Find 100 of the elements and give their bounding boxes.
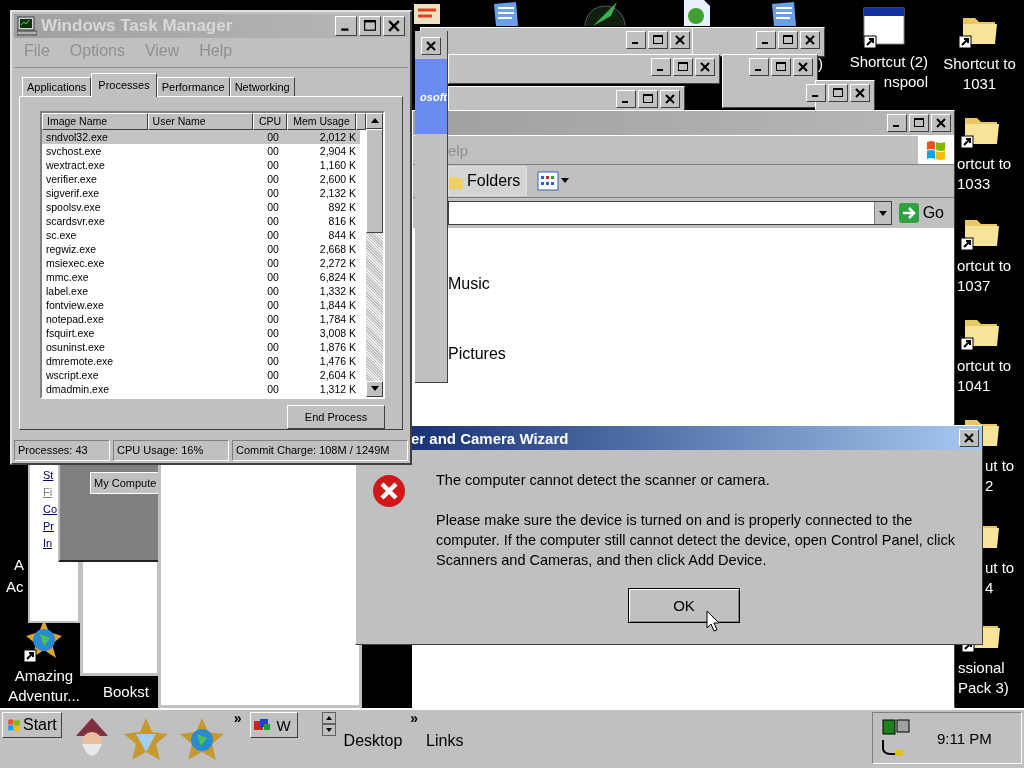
tab[interactable]: Performance [156,76,230,96]
chevron[interactable]: » [410,712,419,724]
start-button[interactable]: Start [2,712,62,738]
icon-label[interactable]: Pack 3) [958,678,1009,698]
table-cell-text: 00 [266,353,280,368]
link[interactable]: In [43,536,53,550]
close-button[interactable] [959,429,979,447]
tab[interactable]: Processes [91,72,157,97]
icon-label[interactable]: ortcut to [957,154,1012,174]
tab[interactable]: Applications [22,76,92,96]
table-cell-text: label.exe [45,283,90,298]
process-row[interactable]: fsquirt.exe 00 3,008 K [42,325,366,340]
views-icon[interactable] [537,171,572,191]
scrollbar[interactable] [366,112,383,397]
column-header[interactable]: CPU [253,112,287,130]
toolbar-label[interactable]: Links [426,732,464,750]
maximize-button[interactable] [778,31,798,49]
icon-label[interactable]: ut to [985,558,1015,578]
table-cell-text: 2,132 K [318,185,357,200]
close-button[interactable] [800,31,820,49]
maximize-button[interactable] [648,31,668,49]
close-button[interactable] [660,90,680,108]
icon-label[interactable]: ortcut to [957,356,1012,376]
process-row[interactable]: osuninst.exe 00 1,876 K [42,339,366,354]
process-row[interactable]: dmremote.exe 00 1,476 K [42,353,366,368]
minimize-button[interactable] [651,58,671,76]
table-cell-text: 00 [266,241,280,256]
folder-item[interactable]: Music [448,274,490,294]
chevron[interactable]: » [233,712,242,724]
dropdown-button[interactable] [873,202,891,224]
minimize-button[interactable] [756,31,776,49]
link[interactable]: St [43,468,54,482]
close-button[interactable] [421,37,441,55]
icon-label[interactable]: ortcut to [957,256,1012,276]
maximize-button[interactable] [638,90,658,108]
icon-label[interactable]: 1041 [957,376,991,396]
process-row[interactable]: verifier.exe 00 2,600 K [42,171,366,186]
process-row[interactable]: sc.exe 00 844 K [42,227,366,242]
minimize-button[interactable] [616,90,636,108]
task-button[interactable]: W [249,712,298,738]
column-header[interactable]: User Name [147,112,254,130]
process-row[interactable]: fontview.exe 00 1,844 K [42,297,366,312]
maximize-button[interactable] [828,84,848,102]
icon-label[interactable]: Bookst [103,682,149,702]
icon-label[interactable]: 1037 [957,276,991,296]
process-row[interactable]: scardsvr.exe 00 816 K [42,213,366,228]
table-cell-text: regwiz.exe [45,241,98,256]
process-row[interactable]: sigverif.exe 00 2,132 K [42,185,366,200]
folder-item[interactable]: Pictures [448,344,506,364]
minimize-button[interactable] [749,58,769,76]
link[interactable]: Pr [43,519,54,533]
icon-label[interactable]: Shortcut to [943,54,1016,74]
process-row[interactable]: spoolsv.exe 00 892 K [42,199,366,214]
process-row[interactable]: wextract.exe 00 1,160 K [42,157,366,172]
icon-label[interactable]: ) [818,55,823,72]
close-button[interactable] [670,31,690,49]
tab[interactable]: Networking [229,76,295,96]
column-header[interactable]: Image Name [42,112,148,130]
network-icon[interactable] [879,718,911,758]
minimize-button[interactable] [626,31,646,49]
process-row[interactable]: svchost.exe 00 2,904 K [42,143,366,158]
ok-button[interactable]: OK [628,588,740,623]
process-row[interactable]: dmadmin.exe 00 1,312 K [42,381,366,396]
close-button[interactable] [695,58,715,76]
table-cell-text: mmc.exe [45,269,90,284]
process-row[interactable]: notepad.exe 00 1,784 K [42,311,366,326]
maximize-button[interactable] [771,58,791,76]
process-row[interactable]: label.exe 00 1,332 K [42,283,366,298]
icon-label[interactable]: Shortcut (2) [849,52,928,72]
icon-label[interactable]: 1031 [962,74,997,94]
toolbar-label[interactable]: Desktop [343,732,403,750]
close-button[interactable] [793,58,813,76]
cursor-icon [706,610,720,632]
icon-label[interactable]: Adventur... [8,686,80,706]
process-row[interactable]: msiexec.exe 00 2,272 K [42,255,366,270]
icon-label[interactable]: 4 [985,578,994,598]
icon-label[interactable]: A [14,556,24,573]
icon-label[interactable]: ut to [985,456,1015,476]
scroll-arrows-icon[interactable] [321,712,336,736]
process-row[interactable]: sndvol32.exe 00 2,012 K [42,129,366,144]
link[interactable]: Co [43,502,58,516]
process-row[interactable]: wscript.exe 00 2,604 K [42,367,366,382]
column-header[interactable]: Mem Usage [286,112,356,130]
close-button[interactable] [850,84,870,102]
end-process-button[interactable]: End Process [287,404,385,429]
icon-label[interactable]: 2 [985,476,994,496]
icon-label[interactable]: 1033 [957,174,991,194]
icon-label[interactable]: Amazing [14,666,74,686]
process-row[interactable]: regwiz.exe 00 2,668 K [42,241,366,256]
maximize-button[interactable] [673,58,693,76]
table-cell-text: dmremote.exe [45,353,115,368]
process-row[interactable]: mmc.exe 00 6,824 K [42,269,366,284]
icon-label[interactable]: nspool [883,72,928,92]
icon-label[interactable]: Ac [6,578,24,595]
address-field[interactable] [448,201,892,225]
link[interactable]: Fi [43,485,53,499]
icon-label[interactable]: ssional [958,658,1005,678]
folders-button[interactable]: Folders [448,166,528,196]
minimize-button[interactable] [806,84,826,102]
window-shortcut-icon[interactable] [862,6,906,50]
